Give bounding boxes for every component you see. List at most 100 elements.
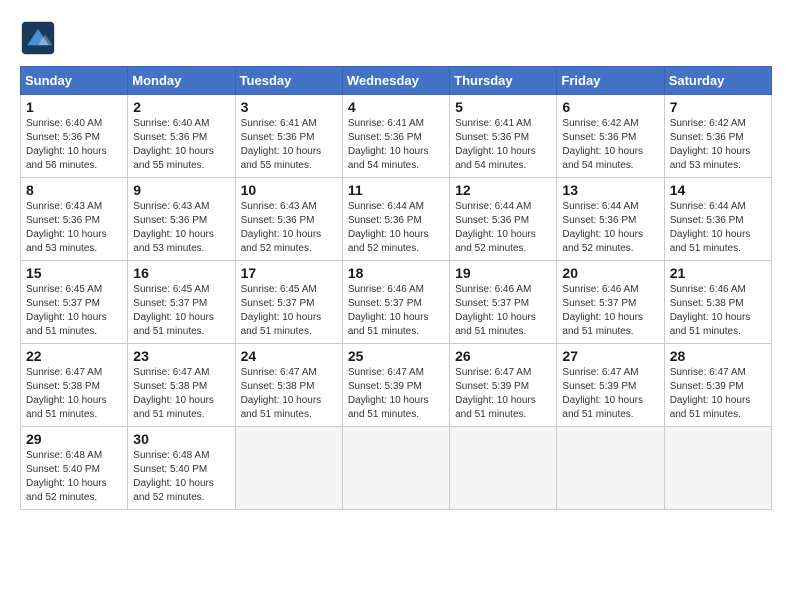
day-number: 21 bbox=[670, 265, 766, 281]
header-saturday: Saturday bbox=[664, 67, 771, 95]
table-row bbox=[235, 427, 342, 510]
table-row: 20 Sunrise: 6:46 AM Sunset: 5:37 PM Dayl… bbox=[557, 261, 664, 344]
day-info: Sunrise: 6:47 AM Sunset: 5:39 PM Dayligh… bbox=[348, 366, 444, 422]
day-info: Sunrise: 6:44 AM Sunset: 5:36 PM Dayligh… bbox=[670, 200, 766, 256]
day-info: Sunrise: 6:47 AM Sunset: 5:38 PM Dayligh… bbox=[133, 366, 229, 422]
day-info: Sunrise: 6:47 AM Sunset: 5:38 PM Dayligh… bbox=[26, 366, 122, 422]
day-number: 2 bbox=[133, 99, 229, 115]
day-info: Sunrise: 6:46 AM Sunset: 5:37 PM Dayligh… bbox=[348, 283, 444, 339]
table-row: 5 Sunrise: 6:41 AM Sunset: 5:36 PM Dayli… bbox=[450, 95, 557, 178]
day-number: 25 bbox=[348, 348, 444, 364]
table-row bbox=[664, 427, 771, 510]
day-info: Sunrise: 6:46 AM Sunset: 5:38 PM Dayligh… bbox=[670, 283, 766, 339]
calendar-week-row: 22 Sunrise: 6:47 AM Sunset: 5:38 PM Dayl… bbox=[21, 344, 772, 427]
table-row: 23 Sunrise: 6:47 AM Sunset: 5:38 PM Dayl… bbox=[128, 344, 235, 427]
table-row: 27 Sunrise: 6:47 AM Sunset: 5:39 PM Dayl… bbox=[557, 344, 664, 427]
day-info: Sunrise: 6:45 AM Sunset: 5:37 PM Dayligh… bbox=[241, 283, 337, 339]
table-row: 11 Sunrise: 6:44 AM Sunset: 5:36 PM Dayl… bbox=[342, 178, 449, 261]
table-row: 29 Sunrise: 6:48 AM Sunset: 5:40 PM Dayl… bbox=[21, 427, 128, 510]
day-info: Sunrise: 6:46 AM Sunset: 5:37 PM Dayligh… bbox=[562, 283, 658, 339]
day-number: 6 bbox=[562, 99, 658, 115]
header-thursday: Thursday bbox=[450, 67, 557, 95]
table-row: 8 Sunrise: 6:43 AM Sunset: 5:36 PM Dayli… bbox=[21, 178, 128, 261]
table-row: 24 Sunrise: 6:47 AM Sunset: 5:38 PM Dayl… bbox=[235, 344, 342, 427]
calendar-table: Sunday Monday Tuesday Wednesday Thursday… bbox=[20, 66, 772, 510]
table-row bbox=[342, 427, 449, 510]
day-number: 29 bbox=[26, 431, 122, 447]
day-number: 24 bbox=[241, 348, 337, 364]
day-info: Sunrise: 6:43 AM Sunset: 5:36 PM Dayligh… bbox=[26, 200, 122, 256]
day-info: Sunrise: 6:47 AM Sunset: 5:39 PM Dayligh… bbox=[455, 366, 551, 422]
table-row: 17 Sunrise: 6:45 AM Sunset: 5:37 PM Dayl… bbox=[235, 261, 342, 344]
day-number: 26 bbox=[455, 348, 551, 364]
header-monday: Monday bbox=[128, 67, 235, 95]
table-row: 2 Sunrise: 6:40 AM Sunset: 5:36 PM Dayli… bbox=[128, 95, 235, 178]
day-number: 13 bbox=[562, 182, 658, 198]
header-tuesday: Tuesday bbox=[235, 67, 342, 95]
table-row: 10 Sunrise: 6:43 AM Sunset: 5:36 PM Dayl… bbox=[235, 178, 342, 261]
day-number: 22 bbox=[26, 348, 122, 364]
day-number: 10 bbox=[241, 182, 337, 198]
day-number: 14 bbox=[670, 182, 766, 198]
day-info: Sunrise: 6:47 AM Sunset: 5:39 PM Dayligh… bbox=[562, 366, 658, 422]
header-wednesday: Wednesday bbox=[342, 67, 449, 95]
table-row: 30 Sunrise: 6:48 AM Sunset: 5:40 PM Dayl… bbox=[128, 427, 235, 510]
table-row: 6 Sunrise: 6:42 AM Sunset: 5:36 PM Dayli… bbox=[557, 95, 664, 178]
table-row bbox=[557, 427, 664, 510]
day-info: Sunrise: 6:41 AM Sunset: 5:36 PM Dayligh… bbox=[241, 117, 337, 173]
logo bbox=[20, 20, 62, 56]
day-number: 8 bbox=[26, 182, 122, 198]
table-row: 21 Sunrise: 6:46 AM Sunset: 5:38 PM Dayl… bbox=[664, 261, 771, 344]
table-row: 13 Sunrise: 6:44 AM Sunset: 5:36 PM Dayl… bbox=[557, 178, 664, 261]
day-number: 3 bbox=[241, 99, 337, 115]
table-row: 26 Sunrise: 6:47 AM Sunset: 5:39 PM Dayl… bbox=[450, 344, 557, 427]
day-info: Sunrise: 6:44 AM Sunset: 5:36 PM Dayligh… bbox=[455, 200, 551, 256]
table-row: 9 Sunrise: 6:43 AM Sunset: 5:36 PM Dayli… bbox=[128, 178, 235, 261]
day-info: Sunrise: 6:43 AM Sunset: 5:36 PM Dayligh… bbox=[133, 200, 229, 256]
day-number: 9 bbox=[133, 182, 229, 198]
day-info: Sunrise: 6:42 AM Sunset: 5:36 PM Dayligh… bbox=[670, 117, 766, 173]
table-row: 12 Sunrise: 6:44 AM Sunset: 5:36 PM Dayl… bbox=[450, 178, 557, 261]
day-number: 15 bbox=[26, 265, 122, 281]
day-info: Sunrise: 6:48 AM Sunset: 5:40 PM Dayligh… bbox=[133, 449, 229, 505]
table-row: 18 Sunrise: 6:46 AM Sunset: 5:37 PM Dayl… bbox=[342, 261, 449, 344]
table-row: 14 Sunrise: 6:44 AM Sunset: 5:36 PM Dayl… bbox=[664, 178, 771, 261]
day-number: 12 bbox=[455, 182, 551, 198]
table-row: 22 Sunrise: 6:47 AM Sunset: 5:38 PM Dayl… bbox=[21, 344, 128, 427]
table-row: 28 Sunrise: 6:47 AM Sunset: 5:39 PM Dayl… bbox=[664, 344, 771, 427]
table-row: 19 Sunrise: 6:46 AM Sunset: 5:37 PM Dayl… bbox=[450, 261, 557, 344]
calendar-week-row: 1 Sunrise: 6:40 AM Sunset: 5:36 PM Dayli… bbox=[21, 95, 772, 178]
table-row: 7 Sunrise: 6:42 AM Sunset: 5:36 PM Dayli… bbox=[664, 95, 771, 178]
day-number: 18 bbox=[348, 265, 444, 281]
day-number: 7 bbox=[670, 99, 766, 115]
day-number: 1 bbox=[26, 99, 122, 115]
day-number: 16 bbox=[133, 265, 229, 281]
table-row: 16 Sunrise: 6:45 AM Sunset: 5:37 PM Dayl… bbox=[128, 261, 235, 344]
day-info: Sunrise: 6:47 AM Sunset: 5:39 PM Dayligh… bbox=[670, 366, 766, 422]
table-row: 4 Sunrise: 6:41 AM Sunset: 5:36 PM Dayli… bbox=[342, 95, 449, 178]
header-friday: Friday bbox=[557, 67, 664, 95]
day-number: 20 bbox=[562, 265, 658, 281]
calendar-week-row: 15 Sunrise: 6:45 AM Sunset: 5:37 PM Dayl… bbox=[21, 261, 772, 344]
table-row bbox=[450, 427, 557, 510]
day-info: Sunrise: 6:40 AM Sunset: 5:36 PM Dayligh… bbox=[26, 117, 122, 173]
day-number: 5 bbox=[455, 99, 551, 115]
logo-icon bbox=[20, 20, 56, 56]
day-number: 19 bbox=[455, 265, 551, 281]
day-info: Sunrise: 6:41 AM Sunset: 5:36 PM Dayligh… bbox=[348, 117, 444, 173]
calendar-week-row: 29 Sunrise: 6:48 AM Sunset: 5:40 PM Dayl… bbox=[21, 427, 772, 510]
day-info: Sunrise: 6:43 AM Sunset: 5:36 PM Dayligh… bbox=[241, 200, 337, 256]
day-info: Sunrise: 6:46 AM Sunset: 5:37 PM Dayligh… bbox=[455, 283, 551, 339]
table-row: 1 Sunrise: 6:40 AM Sunset: 5:36 PM Dayli… bbox=[21, 95, 128, 178]
page-header bbox=[20, 20, 772, 56]
calendar-week-row: 8 Sunrise: 6:43 AM Sunset: 5:36 PM Dayli… bbox=[21, 178, 772, 261]
day-info: Sunrise: 6:45 AM Sunset: 5:37 PM Dayligh… bbox=[133, 283, 229, 339]
day-info: Sunrise: 6:40 AM Sunset: 5:36 PM Dayligh… bbox=[133, 117, 229, 173]
day-number: 4 bbox=[348, 99, 444, 115]
day-number: 11 bbox=[348, 182, 444, 198]
header-sunday: Sunday bbox=[21, 67, 128, 95]
day-info: Sunrise: 6:45 AM Sunset: 5:37 PM Dayligh… bbox=[26, 283, 122, 339]
day-number: 30 bbox=[133, 431, 229, 447]
day-number: 28 bbox=[670, 348, 766, 364]
weekday-header-row: Sunday Monday Tuesday Wednesday Thursday… bbox=[21, 67, 772, 95]
